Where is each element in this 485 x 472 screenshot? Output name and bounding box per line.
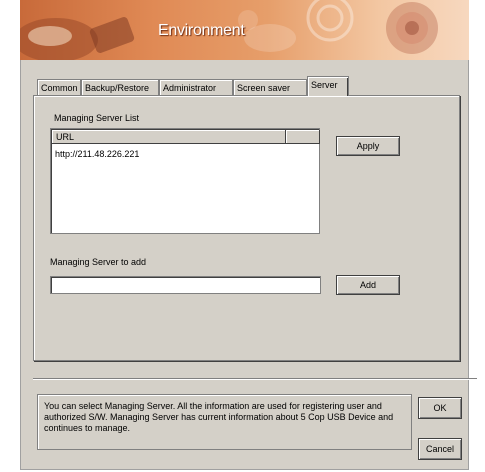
dialog-title: Environment bbox=[158, 22, 245, 39]
managing-server-listbox[interactable]: URL http://211.48.226.221 bbox=[50, 128, 320, 234]
tab-screen-saver[interactable]: Screen saver bbox=[233, 79, 307, 95]
apply-button[interactable]: Apply bbox=[336, 136, 400, 156]
tab-administrator[interactable]: Administrator bbox=[159, 79, 233, 95]
ok-button[interactable]: OK bbox=[418, 397, 462, 419]
separator bbox=[33, 378, 477, 380]
column-header-blank[interactable] bbox=[286, 130, 320, 144]
header-banner: Environment bbox=[20, 0, 469, 60]
tab-server[interactable]: Server bbox=[307, 76, 349, 96]
tab-common[interactable]: Common bbox=[37, 79, 81, 95]
tab-backup-restore[interactable]: Backup/Restore bbox=[81, 79, 159, 95]
column-header-url[interactable]: URL bbox=[52, 130, 286, 144]
environment-dialog: Environment Common Backup/Restore Admini… bbox=[20, 0, 477, 470]
list-item[interactable]: http://211.48.226.221 bbox=[55, 149, 139, 159]
list-header: URL bbox=[52, 130, 320, 144]
add-button[interactable]: Add bbox=[336, 275, 400, 295]
info-message: You can select Managing Server. All the … bbox=[37, 394, 412, 450]
managing-server-list-label: Managing Server List bbox=[54, 113, 140, 123]
tab-strip: Common Backup/Restore Administrator Scre… bbox=[37, 76, 457, 96]
server-url-input[interactable] bbox=[50, 276, 321, 294]
cancel-button[interactable]: Cancel bbox=[418, 438, 462, 460]
managing-server-to-add-label: Managing Server to add bbox=[50, 257, 147, 267]
